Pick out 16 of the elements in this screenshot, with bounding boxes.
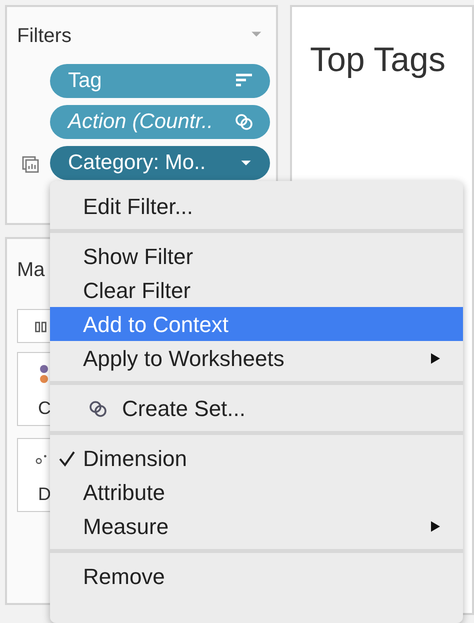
menu-item[interactable]: Remove [50,559,463,593]
panel-title: Filters [17,24,72,49]
mark-label: D [38,483,51,506]
menu-item[interactable]: Edit Filter... [50,189,463,223]
panel-title: Ma [17,258,45,283]
filter-pill[interactable]: Category: Mo.. [50,146,270,180]
set-icon [234,112,254,132]
menu-item[interactable]: Show Filter [50,239,463,273]
menu-item[interactable]: Add to Context [50,307,463,341]
filter-card-icon [21,155,41,175]
color-dots-icon [40,365,48,383]
sheet-title: Top Tags [310,40,446,81]
set-icon [88,399,108,419]
mark-label: C [38,397,51,420]
menu-item[interactable]: Clear Filter [50,273,463,307]
menu-item[interactable]: Measure [50,509,463,543]
